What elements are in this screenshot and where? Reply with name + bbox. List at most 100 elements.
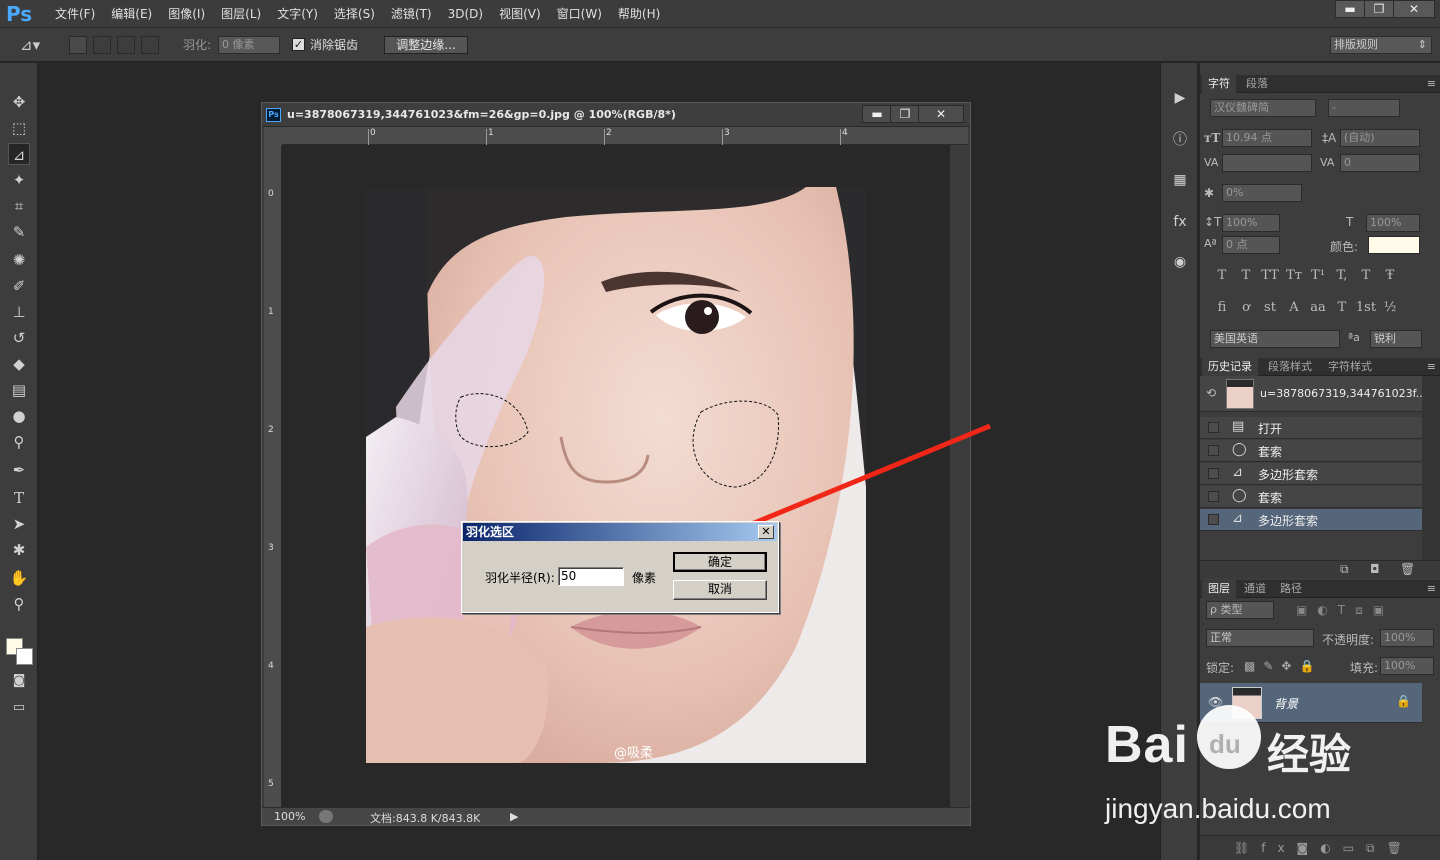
menu-view[interactable]: 视图(V) [491, 6, 549, 22]
info-icon[interactable]: ⓘ [1169, 129, 1191, 151]
history-item[interactable]: ⊿ 多边形套索 [1200, 463, 1422, 485]
font-style-select[interactable]: - [1328, 99, 1400, 117]
doc-close-button[interactable]: ✕ [918, 105, 964, 123]
text-color-swatch[interactable] [1368, 236, 1420, 254]
layer-name[interactable]: 背景 [1274, 695, 1298, 712]
discretionary-button[interactable]: st [1258, 300, 1282, 315]
status-info-icon[interactable] [319, 810, 333, 823]
tab-paragraph[interactable]: 段落 [1240, 75, 1274, 93]
new-document-from-state-icon[interactable]: ⧉ [1340, 562, 1349, 577]
history-brush-icon[interactable]: ↺ [8, 327, 30, 349]
tab-paths[interactable]: 路径 [1274, 580, 1308, 598]
camera-snapshot-icon[interactable]: ◘ [1370, 562, 1380, 576]
ligature-button[interactable]: fi [1210, 300, 1234, 315]
panel-menu-icon[interactable]: ≡ [1427, 360, 1436, 373]
feather-radius-input[interactable]: 50 [558, 567, 624, 586]
zoom-tool-icon[interactable]: ⚲ [8, 593, 30, 615]
background-color-swatch[interactable] [16, 648, 33, 665]
quick-mask-icon[interactable]: ◙ [8, 670, 30, 692]
menu-edit[interactable]: 编辑(E) [103, 6, 160, 22]
font-size-input[interactable]: 10.94 点 [1222, 129, 1312, 147]
intersect-selection-icon[interactable] [141, 36, 159, 54]
panel-menu-icon[interactable]: ≡ [1427, 582, 1436, 595]
menu-type[interactable]: 文字(Y) [269, 6, 326, 22]
tab-character[interactable]: 字符 [1202, 75, 1236, 93]
feather-input[interactable]: 0 像素 [218, 36, 280, 54]
grid-icon[interactable]: ▦ [1169, 169, 1191, 191]
faux-italic-button[interactable]: T [1234, 268, 1258, 283]
ruler-origin[interactable] [264, 127, 282, 145]
opacity-input[interactable]: 100% [1380, 629, 1434, 647]
antialias-select[interactable]: 锐利 [1370, 330, 1422, 348]
tab-history[interactable]: 历史记录 [1202, 358, 1258, 376]
fractions-button[interactable]: ½ [1378, 300, 1402, 315]
small-caps-button[interactable]: Tт [1282, 268, 1306, 283]
new-selection-icon[interactable] [69, 36, 87, 54]
dodge-tool-icon[interactable]: ⚲ [8, 431, 30, 453]
refine-edge-button[interactable]: 调整边缘... [384, 36, 468, 54]
history-checkbox[interactable] [1208, 422, 1219, 433]
vertical-scale-input[interactable]: 100% [1222, 214, 1280, 232]
language-select[interactable]: 美国英语 [1210, 330, 1340, 348]
play-icon[interactable]: ▶ [1169, 87, 1191, 109]
status-menu-arrow-icon[interactable]: ▶ [510, 810, 518, 823]
font-family-select[interactable]: 汉仪魏碑简 [1210, 99, 1316, 117]
blend-mode-select[interactable]: 正常 [1206, 629, 1314, 647]
doc-maximize-button[interactable]: ❐ [890, 105, 920, 123]
app-close-button[interactable]: ✕ [1393, 0, 1435, 18]
titling-button[interactable]: T [1330, 300, 1354, 315]
fx-icon[interactable]: fx [1169, 211, 1191, 233]
kerning-input[interactable] [1222, 154, 1312, 172]
strikethrough-button[interactable]: Ŧ [1378, 268, 1402, 283]
menu-window[interactable]: 窗口(W) [549, 6, 610, 22]
superscript-button[interactable]: T¹ [1306, 268, 1330, 283]
marquee-tool-icon[interactable]: ⬚ [8, 117, 30, 139]
lock-options-icons[interactable]: ▩✎✥🔒 [1244, 659, 1322, 673]
app-minimize-button[interactable]: ▬ [1335, 0, 1365, 18]
gradient-tool-icon[interactable]: ▤ [8, 379, 30, 401]
magic-wand-tool-icon[interactable]: ✦ [8, 169, 30, 191]
history-item[interactable]: ▤ 打开 [1200, 417, 1422, 439]
menu-file[interactable]: 文件(F) [47, 6, 103, 22]
cancel-button[interactable]: 取消 [673, 580, 767, 600]
menu-help[interactable]: 帮助(H) [610, 6, 668, 22]
subtract-selection-icon[interactable] [117, 36, 135, 54]
path-select-icon[interactable]: ➤ [8, 513, 30, 535]
history-checkbox[interactable] [1208, 514, 1219, 525]
menu-filter[interactable]: 滤镜(T) [383, 6, 440, 22]
history-item[interactable]: ◯ 套索 [1200, 486, 1422, 508]
history-item[interactable]: ⊿ 多边形套索 [1200, 509, 1422, 531]
workspace-select[interactable]: 排版规则 ⇕ [1330, 36, 1432, 54]
move-tool-icon[interactable]: ✥ [8, 91, 30, 113]
trash-icon[interactable]: 🗑 [1400, 562, 1415, 576]
alt-ligature-button[interactable]: ơ [1234, 300, 1258, 315]
history-snapshot[interactable]: ⟲ u=3878067319,344761023f... [1200, 376, 1426, 412]
portrait-photo[interactable]: @吸柔 [366, 187, 866, 763]
eyedropper-tool-icon[interactable]: ✎ [8, 221, 30, 243]
eraser-tool-icon[interactable]: ◆ [8, 353, 30, 375]
layer-filter-select[interactable]: ρ 类型 [1206, 601, 1274, 619]
brush-tool-icon[interactable]: ✐ [8, 275, 30, 297]
ordinals-button[interactable]: 1st [1354, 300, 1378, 315]
ok-button[interactable]: 确定 [673, 552, 767, 572]
layer-filter-icons[interactable]: ▣◐T⧈▣ [1296, 603, 1394, 618]
all-caps-button[interactable]: TT [1258, 268, 1282, 283]
tab-paragraph-styles[interactable]: 段落样式 [1262, 358, 1318, 376]
baseline-shift-input[interactable]: 0 点 [1222, 236, 1280, 254]
proportional-spacing-input[interactable]: 0% [1222, 184, 1302, 202]
underline-button[interactable]: T [1354, 268, 1378, 283]
menu-3d[interactable]: 3D(D) [440, 6, 491, 22]
history-checkbox[interactable] [1208, 468, 1219, 479]
polygonal-lasso-tool-icon[interactable]: ⊿ [8, 143, 30, 165]
tab-channels[interactable]: 通道 [1238, 580, 1272, 598]
shape-tool-icon[interactable]: ✱ [8, 539, 30, 561]
pen-tool-icon[interactable]: ✒ [8, 459, 30, 481]
clone-stamp-icon[interactable]: ⊥ [8, 301, 30, 323]
menu-layer[interactable]: 图层(L) [213, 6, 269, 22]
tab-character-styles[interactable]: 字符样式 [1322, 358, 1378, 376]
tab-layers[interactable]: 图层 [1202, 580, 1236, 598]
swash-button[interactable]: A [1282, 300, 1306, 315]
screen-mode-icon[interactable]: ▭ [8, 697, 30, 719]
kuler-icon[interactable]: ◉ [1169, 251, 1191, 273]
polygonal-lasso-preset-icon[interactable]: ⊿▾ [20, 36, 56, 54]
